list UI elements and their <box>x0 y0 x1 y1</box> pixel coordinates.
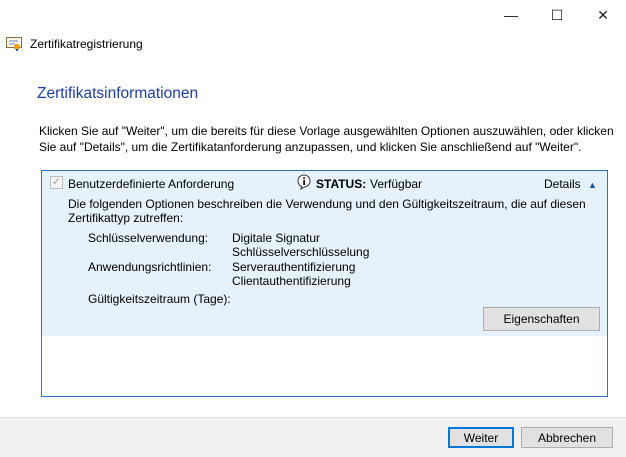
key-usage-value: Schlüsselverschlüsselung <box>232 245 370 259</box>
close-button[interactable]: ✕ <box>580 0 626 30</box>
intro-text: Klicken Sie auf "Weiter", um die bereits… <box>39 124 614 154</box>
validity-label: Gültigkeitszeitraum (Tage): <box>88 292 231 306</box>
status-label: STATUS: <box>316 177 367 191</box>
key-usage-value: Digitale Signatur <box>232 231 321 245</box>
details-label: Details <box>544 177 581 191</box>
info-icon <box>297 174 311 191</box>
page-title: Zertifikatsinformationen <box>37 85 199 102</box>
status-value: Verfügbar <box>370 177 423 191</box>
chevron-up-icon: ▲ <box>588 180 597 190</box>
next-button[interactable]: Weiter <box>448 427 514 448</box>
details-toggle[interactable]: Details ▲ <box>544 177 597 191</box>
key-usage-label: Schlüsselverwendung: <box>88 231 209 245</box>
request-name: Benutzerdefinierte Anforderung <box>68 177 235 191</box>
request-item[interactable]: ✓ Benutzerdefinierte Anforderung STATUS:… <box>42 171 607 336</box>
window-title: Zertifikatregistrierung <box>30 37 143 51</box>
maximize-button[interactable]: ☐ <box>534 0 580 30</box>
minimize-button[interactable]: — <box>488 0 534 30</box>
app-policy-value: Serverauthentifizierung <box>232 260 356 274</box>
request-checkbox[interactable]: ✓ <box>50 176 63 189</box>
app-policies-label: Anwendungsrichtlinien: <box>88 260 212 274</box>
cancel-button[interactable]: Abbrechen <box>521 427 613 448</box>
request-list[interactable]: ✓ Benutzerdefinierte Anforderung STATUS:… <box>41 170 608 397</box>
properties-button[interactable]: Eigenschaften <box>483 307 600 331</box>
description: Die folgenden Optionen beschreiben die V… <box>68 197 586 225</box>
certificate-icon <box>6 37 22 51</box>
app-policy-value: Clientauthentifizierung <box>232 274 351 288</box>
